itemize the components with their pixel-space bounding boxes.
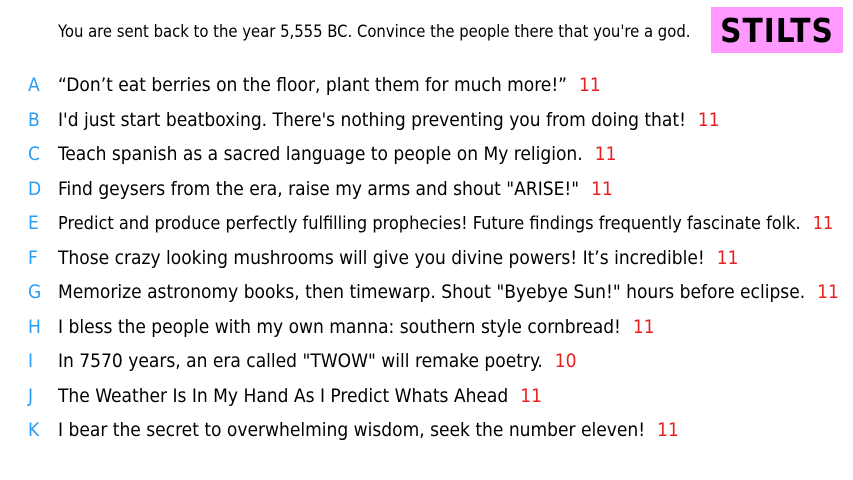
response-text: Teach spanish as a sacred language to pe… [58,143,616,165]
response-score: 11 [594,143,617,165]
response-letter: C [28,143,40,165]
response-score: 11 [520,384,543,407]
response-row: H I bless the people with my own manna: … [0,310,853,344]
response-row: E Predict and produce perfectly fulfilli… [0,206,853,240]
response-body: “Don’t eat berries on the floor, plant t… [58,74,568,96]
response-row: I In 7570 years, an era called "TWOW" wi… [0,344,853,378]
response-body: Teach spanish as a sacred language to pe… [58,143,583,165]
response-row: J The Weather Is In My Hand As I Predict… [0,379,853,413]
response-score: 11 [632,315,655,338]
response-text: I bear the secret to overwhelming wisdom… [58,419,679,441]
response-row: G Memorize astronomy books, then timewar… [0,275,853,309]
response-text: Memorize astronomy books, then timewarp.… [58,281,839,303]
response-letter: H [28,315,41,338]
response-letter: F [28,246,38,269]
response-letter: I [28,350,34,372]
response-score: 11 [817,281,839,303]
response-body: I bless the people with my own manna: so… [58,315,621,338]
response-body: In 7570 years, an era called "TWOW" will… [58,350,543,372]
prompt-text: You are sent back to the year 5,555 BC. … [58,22,691,41]
response-body: Predict and produce perfectly fulfilling… [58,212,801,234]
response-score: 11 [657,419,679,441]
response-text: Find geysers from the era, raise my arms… [58,178,613,200]
response-row: C Teach spanish as a sacred language to … [0,137,853,171]
response-text: In 7570 years, an era called "TWOW" will… [58,350,577,372]
response-body: I bear the secret to overwhelming wisdom… [58,419,646,441]
contestant-badge: STILTS [711,7,843,53]
response-row: A “Don’t eat berries on the floor, plant… [0,68,853,102]
response-letter: G [28,281,42,303]
response-letter: K [28,419,40,441]
response-text: The Weather Is In My Hand As I Predict W… [58,385,542,407]
response-body: I'd just start beatboxing. There's nothi… [58,108,686,131]
response-score: 11 [812,212,834,234]
response-text: Predict and produce perfectly fulfilling… [58,213,833,234]
response-letter: A [28,74,40,96]
response-row: B I'd just start beatboxing. There's not… [0,103,853,137]
response-text: Those crazy looking mushrooms will give … [58,247,739,269]
response-body: Those crazy looking mushrooms will give … [58,246,705,269]
response-text: I bless the people with my own manna: so… [58,316,655,338]
response-row: K I bear the secret to overwhelming wisd… [0,413,853,447]
response-score: 11 [716,246,739,269]
response-text: I'd just start beatboxing. There's nothi… [58,109,720,131]
response-letter: B [28,108,40,131]
response-body: Find geysers from the era, raise my arms… [58,177,580,200]
response-score: 10 [554,350,577,372]
response-row: D Find geysers from the era, raise my ar… [0,172,853,206]
response-text: “Don’t eat berries on the floor, plant t… [58,74,601,96]
response-score: 11 [579,74,601,96]
response-body: The Weather Is In My Hand As I Predict W… [58,384,509,407]
response-body: Memorize astronomy books, then timewarp.… [58,281,806,303]
response-row: F Those crazy looking mushrooms will giv… [0,241,853,275]
response-score: 11 [591,177,613,200]
response-letter: D [28,177,42,200]
response-letter: J [28,384,34,407]
response-letter: E [28,212,39,234]
response-score: 11 [697,108,720,131]
